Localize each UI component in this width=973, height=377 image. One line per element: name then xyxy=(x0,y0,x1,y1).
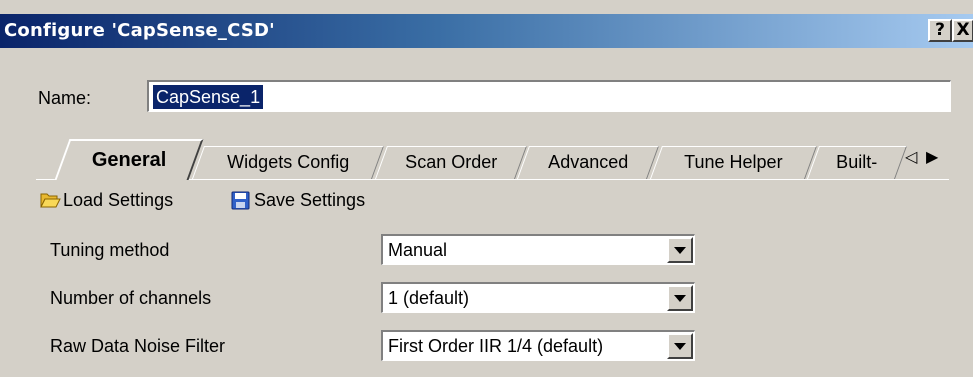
folder-open-icon xyxy=(40,193,61,208)
load-settings-label: Load Settings xyxy=(63,190,174,210)
general-properties-grid: Tuning method Manual Number of channels … xyxy=(36,220,949,377)
name-field-value: CapSense_1 xyxy=(153,85,264,109)
tab-general-label: General xyxy=(91,149,167,171)
tuning-method-label: Tuning method xyxy=(50,240,170,260)
tab-scroll-left-icon[interactable]: ◁ xyxy=(905,148,917,168)
window-title: Configure 'CapSense_CSD' xyxy=(4,20,275,41)
chevron-down-icon[interactable] xyxy=(667,285,693,311)
title-bar[interactable]: Configure 'CapSense_CSD' ? X xyxy=(0,14,973,48)
help-button[interactable]: ? xyxy=(928,19,952,42)
chevron-down-icon[interactable] xyxy=(667,333,693,359)
chevron-down-icon[interactable] xyxy=(667,237,693,263)
tab-scan-order-label: Scan Order xyxy=(405,152,498,172)
tab-widgets-config[interactable]: Widgets Config xyxy=(191,146,385,179)
tab-scan-order[interactable]: Scan Order xyxy=(374,146,528,179)
close-button[interactable]: X xyxy=(952,19,973,42)
tab-advanced[interactable]: Advanced xyxy=(516,146,660,179)
tab-scroll-right-icon[interactable]: ▶ xyxy=(926,148,938,168)
tab-tune-helper-label: Tune Helper xyxy=(684,152,783,172)
name-field[interactable]: CapSense_1 xyxy=(147,80,951,112)
tab-built-in[interactable]: Built- xyxy=(806,146,908,179)
tab-built-in-label: Built- xyxy=(836,152,878,172)
name-label: Name: xyxy=(38,88,92,108)
number-of-channels-label: Number of channels xyxy=(50,288,212,308)
save-settings-button[interactable]: Save Settings xyxy=(230,187,410,213)
tab-tune-helper[interactable]: Tune Helper xyxy=(649,146,818,179)
settings-toolbar: Load Settings Save Settings xyxy=(36,183,949,217)
tuning-method-select[interactable]: Manual xyxy=(381,234,695,265)
tab-advanced-label: Advanced xyxy=(548,152,629,172)
save-settings-label: Save Settings xyxy=(254,190,366,210)
configure-dialog: Configure 'CapSense_CSD' ? X Name: CapSe… xyxy=(0,0,973,377)
tab-widgets-config-label: Widgets Config xyxy=(227,152,350,172)
raw-data-noise-filter-label: Raw Data Noise Filter xyxy=(50,336,226,356)
number-of-channels-select[interactable]: 1 (default) xyxy=(381,282,695,313)
number-of-channels-value: 1 (default) xyxy=(388,288,470,308)
raw-data-noise-filter-value: First Order IIR 1/4 (default) xyxy=(388,336,604,356)
floppy-disk-icon xyxy=(231,191,250,210)
raw-data-noise-filter-select[interactable]: First Order IIR 1/4 (default) xyxy=(381,330,695,361)
tuning-method-value: Manual xyxy=(388,240,448,260)
load-settings-button[interactable]: Load Settings xyxy=(40,187,212,213)
tab-general[interactable]: General xyxy=(54,139,204,180)
